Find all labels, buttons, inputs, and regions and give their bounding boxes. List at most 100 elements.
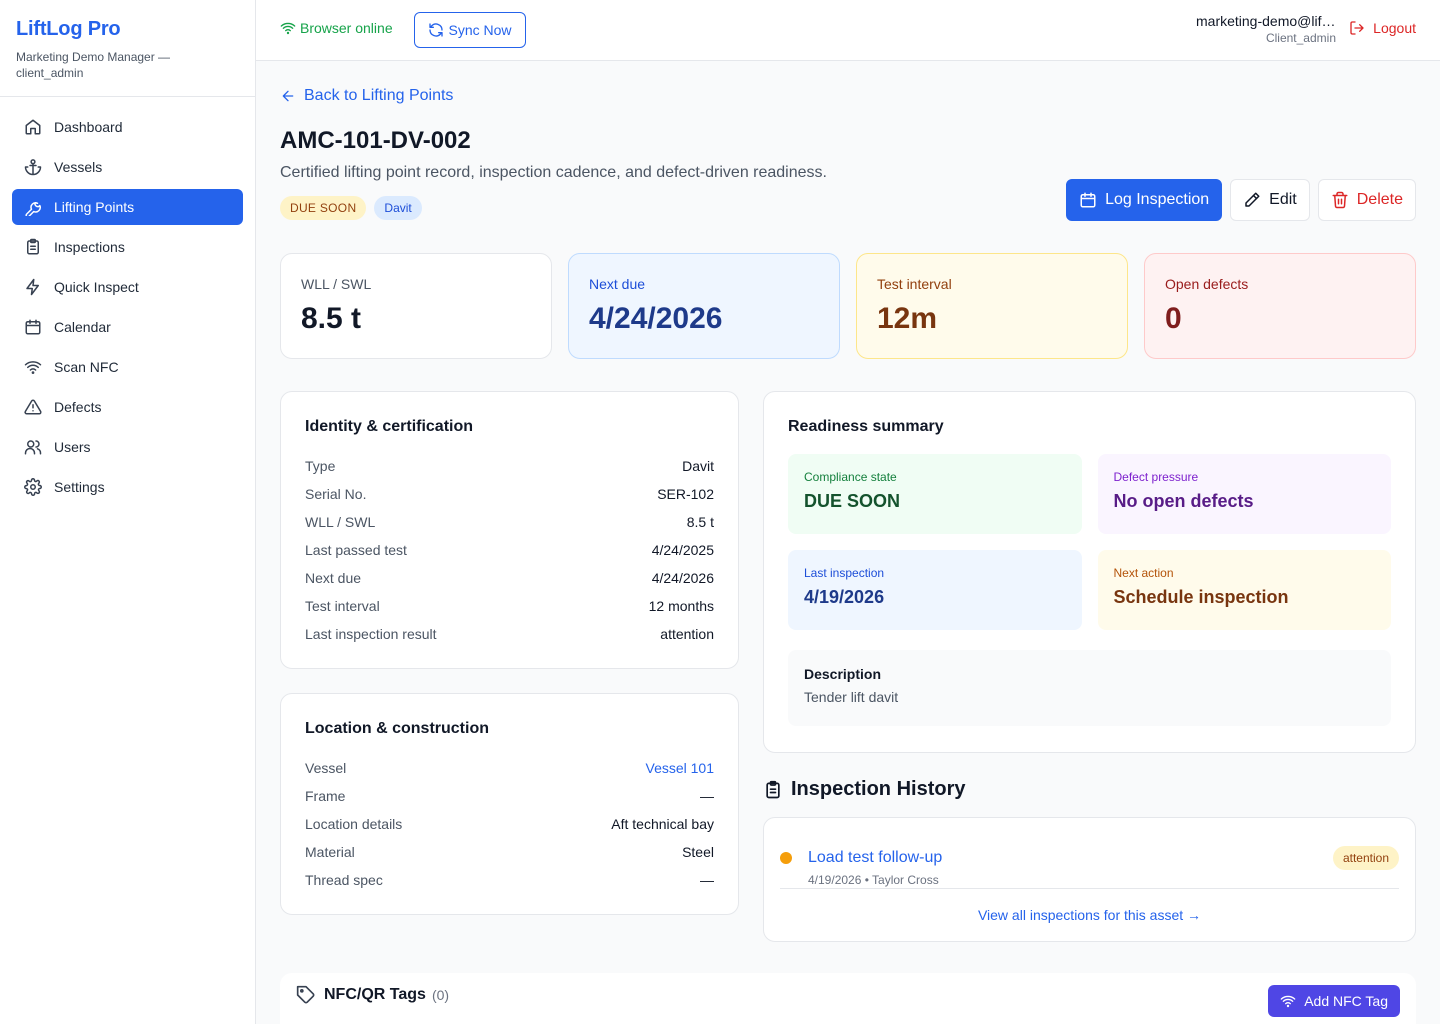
detail-value: — — [700, 788, 714, 804]
connection-status-label: Browser online — [300, 20, 393, 36]
detail-key: Location details — [305, 816, 403, 832]
detail-value: Davit — [682, 458, 714, 474]
arrow-left-icon — [282, 90, 294, 102]
detail-key: Type — [305, 458, 336, 474]
sidebar-item-label: Users — [54, 439, 91, 455]
stat-cards: WLL / SWL 8.5 t Next due 4/24/2026 Test … — [280, 253, 1416, 359]
sidebar-item-label: Quick Inspect — [54, 279, 139, 295]
section-title: Inspection History — [791, 778, 966, 800]
detail-row: Test interval 12 months — [305, 592, 714, 620]
user-email: marketing-demo@liftlog.pro — [1196, 13, 1336, 29]
stat-value: 12m — [877, 302, 938, 335]
status-badge: DUE SOON — [280, 196, 367, 220]
connection-status: Browser online — [280, 20, 393, 36]
detail-value: attention — [660, 626, 714, 642]
sidebar-item-defects[interactable]: Defects — [12, 389, 243, 425]
detail-row: Last inspection result attention — [305, 620, 714, 648]
detail-value: Steel — [682, 844, 714, 860]
tile-value: Schedule inspection — [1113, 587, 1289, 607]
sidebar-item-label: Inspections — [54, 239, 125, 255]
detail-row: Location details Aft technical bay — [305, 810, 714, 838]
identity-card: Identity & certification Type Davit Seria… — [280, 391, 739, 669]
sidebar-item-inspections[interactable]: Inspections — [12, 229, 243, 265]
view-all-inspections-link[interactable]: View all inspections for this asset → — [780, 907, 1399, 923]
sync-now-button[interactable]: Sync Now — [414, 12, 526, 48]
detail-value: — — [700, 872, 714, 888]
stat-label: Next due — [589, 276, 646, 292]
stat-test-interval: Test interval 12m — [856, 253, 1128, 359]
clipboard-icon — [27, 238, 39, 255]
description-title: Description — [804, 666, 882, 682]
detail-row: Material Steel — [305, 838, 714, 866]
detail-key: Last passed test — [305, 542, 407, 558]
tile-value: 4/19/2026 — [804, 587, 885, 607]
stat-label: Test interval — [877, 276, 952, 292]
readiness-card: Readiness summary Compliance state DUE S… — [763, 391, 1416, 753]
user-role: Client_admin — [1265, 31, 1336, 45]
location-rows: Vessel Vessel 101 Frame — Location details… — [305, 754, 714, 894]
brand: LiftLog Pro Marketing Demo Manager — cli… — [0, 0, 255, 97]
logout-button[interactable]: Logout — [1349, 20, 1416, 36]
card-title: Readiness summary — [788, 418, 944, 435]
stat-wll: WLL / SWL 8.5 t — [280, 253, 552, 359]
log-inspection-label: Log Inspection — [1105, 191, 1210, 208]
badge-group: DUE SOON Davit — [280, 196, 422, 220]
add-nfc-tag-button[interactable]: Add NFC Tag — [1268, 985, 1400, 1017]
brand-title[interactable]: LiftLog Pro — [16, 18, 239, 41]
stat-label: WLL / SWL — [301, 276, 372, 292]
nfc-tags-card: NFC/QR Tags (0) Add NFC Tag — [280, 973, 1416, 1024]
detail-value: SER-102 — [657, 486, 714, 502]
detail-value: Aft technical bay — [611, 816, 714, 832]
top-bar: Browser online Sync Now marketing-demo@l… — [256, 0, 1440, 61]
sidebar-item-quick-inspect[interactable]: Quick Inspect — [12, 269, 243, 305]
sidebar-item-label: Scan NFC — [54, 359, 119, 375]
sidebar-item-settings[interactable]: Settings — [12, 469, 243, 505]
anchor-icon — [24, 159, 42, 176]
stat-label: Open defects — [1165, 276, 1249, 292]
brand-subtitle: Marketing Demo Manager — client_admin — [16, 50, 171, 80]
sidebar-item-label: Vessels — [54, 159, 103, 175]
card-title: Location & construction — [305, 720, 489, 737]
sidebar-item-dashboard[interactable]: Dashboard — [12, 109, 243, 145]
sidebar-item-calendar[interactable]: Calendar — [12, 309, 243, 345]
inspection-meta: 4/19/2026 • Taylor Cross — [808, 873, 939, 887]
home-icon — [25, 119, 41, 135]
pencil-icon — [1245, 192, 1260, 207]
sidebar-item-vessels[interactable]: Vessels — [12, 149, 243, 185]
logout-label: Logout — [1373, 20, 1416, 36]
trash-icon — [1332, 191, 1348, 209]
clipboard-icon — [766, 780, 780, 798]
result-badge: attention — [1332, 846, 1399, 870]
tile-label: Compliance state — [804, 470, 897, 484]
sidebar-item-label: Calendar — [54, 319, 111, 335]
detail-key: Material — [305, 844, 355, 860]
sidebar-item-users[interactable]: Users — [12, 429, 243, 465]
wifi-icon — [280, 22, 296, 35]
sidebar-item-scan-nfc[interactable]: Scan NFC — [12, 349, 243, 385]
tile-value: No open defects — [1113, 491, 1254, 511]
log-inspection-button[interactable]: Log Inspection — [1066, 179, 1223, 221]
detail-row: Vessel Vessel 101 — [305, 754, 714, 782]
vessel-link[interactable]: Vessel 101 — [646, 760, 715, 776]
sidebar-item-lifting-points[interactable]: Lifting Points — [12, 189, 243, 225]
delete-button[interactable]: Delete — [1317, 179, 1416, 221]
tile-label: Last inspection — [804, 566, 885, 580]
nfc-tags-heading: NFC/QR Tags (0) — [296, 985, 1400, 1005]
detail-value: 12 months — [648, 598, 714, 614]
main-content: Back to Lifting Points AMC-101-DV-002 Ce… — [256, 61, 1440, 1024]
sidebar-item-label: Lifting Points — [54, 199, 135, 215]
inspection-history-card: Load test follow-up 4/19/2026 • Taylor C… — [763, 817, 1416, 942]
back-link[interactable]: Back to Lifting Points — [280, 87, 453, 105]
sidebar-nav: Dashboard Vessels Lifting Points Inspect… — [0, 97, 255, 521]
tile-label: Next action — [1113, 566, 1174, 580]
user-info: marketing-demo@liftlog.pro Client_admin — [1196, 13, 1336, 45]
edit-label: Edit — [1269, 191, 1297, 208]
next-action-tile: Next action Schedule inspection — [1097, 550, 1391, 630]
stat-value: 8.5 t — [301, 302, 362, 335]
nfc-count: (0) — [431, 987, 450, 1003]
edit-button[interactable]: Edit — [1230, 179, 1310, 221]
inspection-link[interactable]: Load test follow-up — [808, 849, 942, 867]
page-title: AMC-101-DV-002 — [280, 127, 471, 154]
tag-icon — [296, 985, 315, 1004]
detail-row: Type Davit — [305, 452, 714, 480]
